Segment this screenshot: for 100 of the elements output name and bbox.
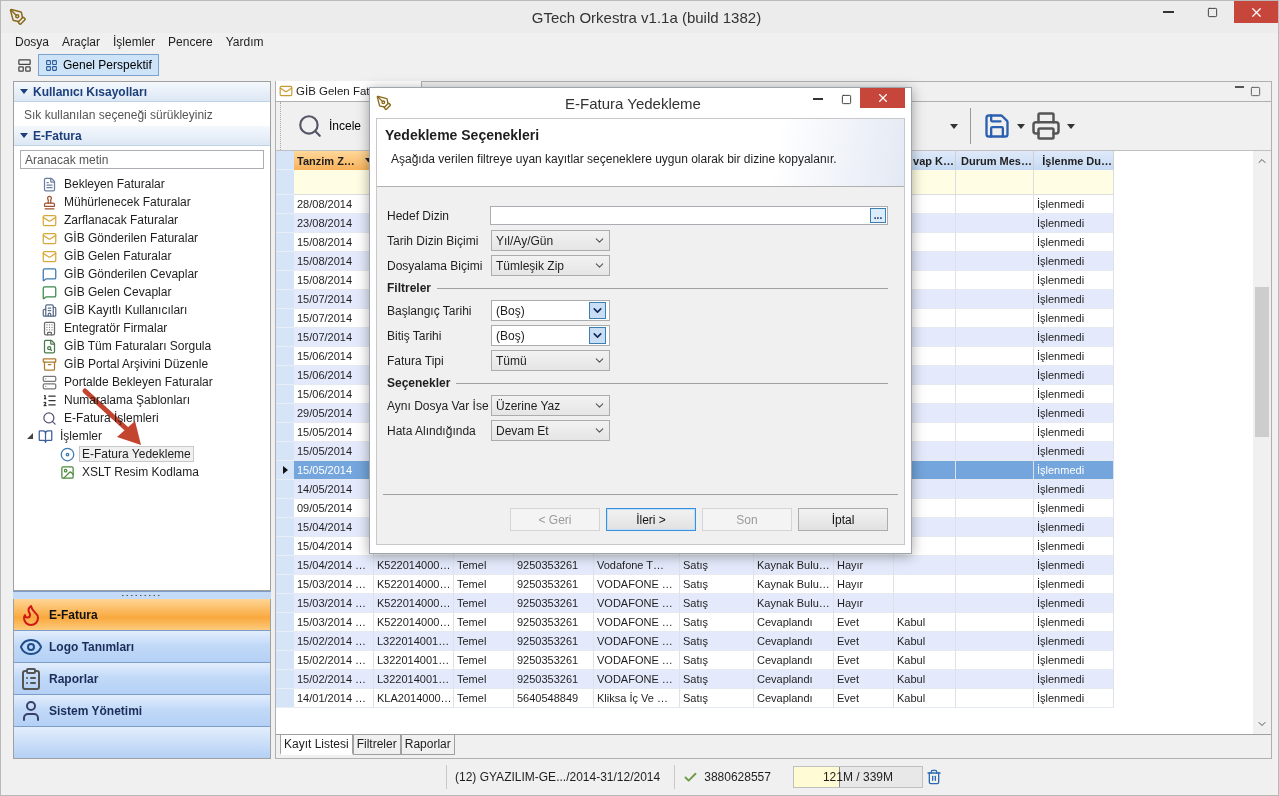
tree-item[interactable]: GİB Tüm Faturaları Sorgula bbox=[61, 338, 215, 354]
tree-item[interactable]: GİB Gönderilen Faturalar bbox=[61, 230, 202, 246]
menu-item[interactable]: Dosya bbox=[15, 35, 49, 49]
table-cell: Vodafone T… bbox=[594, 556, 680, 575]
column-header[interactable]: Durum Mes… bbox=[956, 151, 1034, 170]
tree-item[interactable]: Mühürlenecek Faturalar bbox=[61, 194, 194, 210]
table-cell: Temel bbox=[454, 613, 514, 632]
envelope-icon bbox=[42, 248, 57, 264]
tree-item[interactable]: Entegratör Firmalar bbox=[61, 320, 171, 336]
archive-icon bbox=[42, 356, 57, 372]
table-cell: Temel bbox=[454, 689, 514, 708]
table-cell: VODAFONE … bbox=[594, 651, 680, 670]
tree-item[interactable]: GİB Gelen Cevaplar bbox=[61, 284, 175, 300]
app-icon bbox=[9, 8, 27, 26]
view-tab[interactable]: Raporlar bbox=[400, 735, 455, 755]
collapse-caret-icon bbox=[20, 133, 28, 138]
table-cell: İşlenmedi bbox=[1034, 252, 1114, 271]
table-cell: Satış bbox=[680, 575, 754, 594]
field-label: Hedef Dizin bbox=[387, 208, 451, 223]
table-cell: Kaynak Bulu… bbox=[754, 575, 834, 594]
dropdown[interactable]: Üzerine Yaz bbox=[491, 395, 610, 416]
date-picker[interactable]: (Boş) bbox=[491, 300, 610, 321]
table-cell: Satış bbox=[680, 670, 754, 689]
table-cell: İşlenmedi bbox=[1034, 195, 1114, 214]
wizard-button[interactable]: İptal bbox=[798, 508, 888, 531]
search-icon bbox=[297, 113, 323, 139]
tree-item[interactable]: İşlemler bbox=[57, 428, 105, 444]
tree-item[interactable]: Bekleyen Faturalar bbox=[61, 176, 168, 192]
table-cell: Cevaplandı bbox=[754, 689, 834, 708]
section-title[interactable]: E-Fatura bbox=[33, 128, 82, 143]
menu-item[interactable]: Yardım bbox=[225, 35, 264, 49]
tree-item[interactable]: E-Fatura İşlemleri bbox=[61, 410, 162, 426]
table-cell: İşlenmedi bbox=[1034, 461, 1114, 480]
dialog-title: E-Fatura Yedekleme bbox=[564, 94, 702, 112]
minimize-icon bbox=[813, 98, 823, 100]
dropdown[interactable]: Tümleşik Zip bbox=[491, 255, 610, 276]
tree-item[interactable]: E-Fatura Yedekleme bbox=[79, 446, 194, 462]
printer-icon[interactable] bbox=[1031, 111, 1061, 141]
table-cell: İşlenmedi bbox=[1034, 480, 1114, 499]
section-heading: Filtreler bbox=[387, 281, 431, 295]
menu-item[interactable]: İşlemler bbox=[113, 35, 156, 49]
table-cell: İşlenmedi bbox=[1034, 233, 1114, 252]
table-cell: Evet bbox=[834, 632, 894, 651]
save-icon[interactable] bbox=[983, 112, 1011, 140]
table-cell: İşlenmedi bbox=[1034, 689, 1114, 708]
column-header[interactable]: İşlenme Du… bbox=[1034, 151, 1114, 170]
table-cell: Kaynak Bulu… bbox=[754, 594, 834, 613]
new-perspective-icon[interactable] bbox=[17, 57, 32, 73]
dropdown[interactable]: Tümü bbox=[491, 350, 610, 371]
table-cell: Satış bbox=[680, 556, 754, 575]
splitter-bar[interactable] bbox=[13, 591, 271, 599]
table-cell: Evet bbox=[834, 689, 894, 708]
table-cell: VODAFONE … bbox=[594, 575, 680, 594]
inspect-button[interactable]: İncele bbox=[295, 111, 364, 141]
caret-icon bbox=[950, 123, 958, 129]
nav-item[interactable]: Logo Tanımları bbox=[13, 631, 271, 663]
field-label: Dosyalama Biçimi bbox=[387, 258, 484, 273]
table-cell: Temel bbox=[454, 670, 514, 689]
table-cell: Cevaplandı bbox=[754, 651, 834, 670]
tree-item[interactable]: GİB Gönderilen Cevaplar bbox=[61, 266, 202, 282]
search-field[interactable]: Aranacak metin bbox=[20, 150, 264, 169]
browse-button[interactable]: ... bbox=[870, 208, 886, 223]
table-cell: Temel bbox=[454, 632, 514, 651]
filter-cell[interactable] bbox=[1034, 170, 1114, 195]
table-cell: Satış bbox=[680, 594, 754, 613]
tree-item[interactable]: XSLT Resim Kodlama bbox=[79, 464, 202, 480]
tree-item[interactable]: GİB Kayıtlı Kullanıcıları bbox=[61, 302, 191, 318]
close-button[interactable] bbox=[1234, 1, 1278, 23]
perspective-button[interactable]: Genel Perspektif bbox=[38, 54, 159, 76]
envelope-icon bbox=[42, 212, 57, 228]
search-icon bbox=[42, 410, 57, 426]
maximize-icon[interactable] bbox=[1250, 86, 1261, 97]
view-tab[interactable]: Kayıt Listesi bbox=[280, 735, 353, 755]
expand-toggle[interactable] bbox=[26, 432, 34, 440]
date-picker[interactable]: (Boş) bbox=[491, 325, 610, 346]
nav-item[interactable]: E-Fatura bbox=[13, 599, 271, 631]
input-field[interactable]: ... bbox=[489, 206, 888, 225]
tree-item[interactable]: Portalde Bekleyen Faturalar bbox=[61, 374, 216, 390]
menu-item[interactable]: Araçlar bbox=[62, 35, 101, 49]
view-tab[interactable]: Filtreler bbox=[352, 735, 401, 755]
dropdown[interactable]: Yıl/Ay/Gün bbox=[491, 230, 610, 251]
tree-item[interactable]: GİB Gelen Faturalar bbox=[61, 248, 175, 264]
nav-item[interactable]: Raporlar bbox=[13, 663, 271, 695]
table-cell: İşlenmedi bbox=[1034, 518, 1114, 537]
wizard-button[interactable]: İleri > bbox=[606, 508, 696, 531]
scroll-thumb[interactable] bbox=[1255, 287, 1269, 437]
tree-item[interactable]: GİB Portal Arşivini Düzenle bbox=[61, 356, 212, 372]
scrollbar[interactable] bbox=[1253, 151, 1271, 734]
trash-icon[interactable] bbox=[925, 769, 942, 785]
table-cell: 15/03/2014 … bbox=[294, 613, 374, 632]
filter-cell[interactable] bbox=[956, 170, 1034, 195]
dropdown[interactable]: Devam Et bbox=[491, 420, 610, 441]
table-cell: 15/03/2014 … bbox=[294, 594, 374, 613]
table-cell: 9250353261 bbox=[514, 556, 594, 575]
table-cell: Cevaplandı bbox=[754, 613, 834, 632]
nav-item[interactable]: Sistem Yönetimi bbox=[13, 695, 271, 727]
table-cell: İşlenmedi bbox=[1034, 632, 1114, 651]
menu-item[interactable]: Pencere bbox=[168, 35, 213, 49]
tree-item[interactable]: Zarflanacak Faturalar bbox=[61, 212, 182, 228]
table-cell: Hayır bbox=[834, 556, 894, 575]
